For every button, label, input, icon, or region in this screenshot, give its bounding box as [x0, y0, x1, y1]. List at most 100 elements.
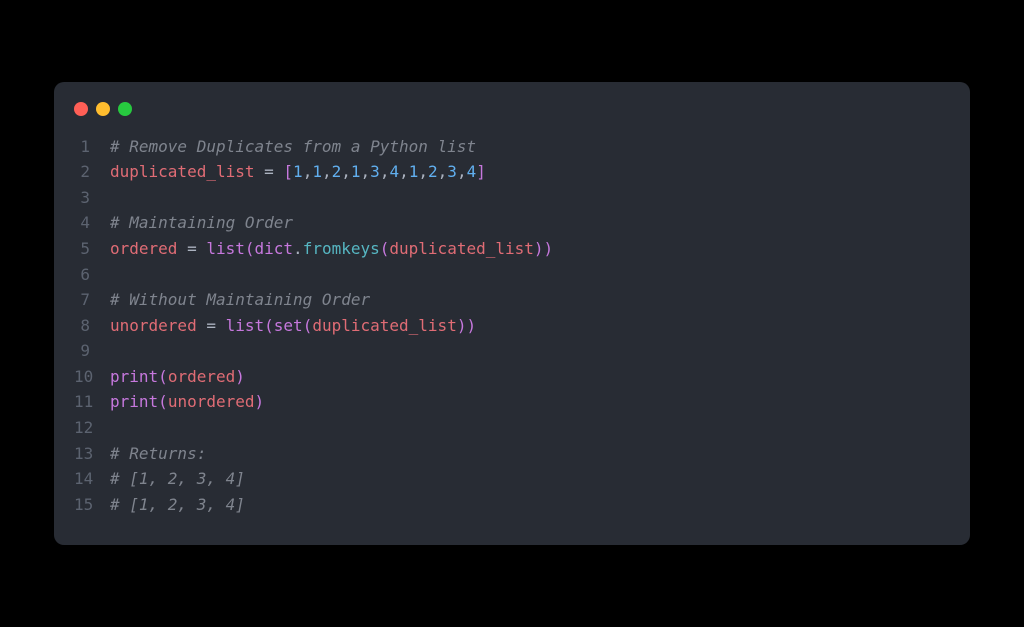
- paren-token: ): [544, 239, 554, 258]
- line-content: # Returns:: [110, 441, 206, 467]
- comment-token: # Returns:: [110, 444, 206, 463]
- operator-token: =: [197, 316, 226, 335]
- number-token: 1: [409, 162, 419, 181]
- line-content: print(unordered): [110, 389, 264, 415]
- window-controls: [54, 102, 970, 134]
- code-line: 2 duplicated_list = [1,1,2,1,3,4,1,2,3,4…: [54, 159, 970, 185]
- code-line: 5 ordered = list(dict.fromkeys(duplicate…: [54, 236, 970, 262]
- code-line: 12: [54, 415, 970, 441]
- number-token: 3: [447, 162, 457, 181]
- maximize-icon[interactable]: [118, 102, 132, 116]
- line-number: 11: [74, 389, 110, 415]
- variable-token: unordered: [110, 316, 197, 335]
- variable-token: duplicated_list: [389, 239, 534, 258]
- variable-token: unordered: [168, 392, 255, 411]
- comma-token: ,: [418, 162, 428, 181]
- line-number: 2: [74, 159, 110, 185]
- paren-token: ): [235, 367, 245, 386]
- paren-token: ): [466, 316, 476, 335]
- comment-token: # Maintaining Order: [110, 213, 293, 232]
- number-token: 2: [428, 162, 438, 181]
- line-number: 4: [74, 210, 110, 236]
- line-content: # [1, 2, 3, 4]: [110, 466, 245, 492]
- line-number: 5: [74, 236, 110, 262]
- comment-token: # [1, 2, 3, 4]: [110, 469, 245, 488]
- minimize-icon[interactable]: [96, 102, 110, 116]
- line-content: ordered = list(dict.fromkeys(duplicated_…: [110, 236, 553, 262]
- line-content: duplicated_list = [1,1,2,1,3,4,1,2,3,4]: [110, 159, 486, 185]
- code-line: 7 # Without Maintaining Order: [54, 287, 970, 313]
- line-content: print(ordered): [110, 364, 245, 390]
- builtin-token: dict: [255, 239, 294, 258]
- code-line: 13 # Returns:: [54, 441, 970, 467]
- code-line: 3: [54, 185, 970, 211]
- code-area[interactable]: 1 # Remove Duplicates from a Python list…: [54, 134, 970, 518]
- code-line: 6: [54, 262, 970, 288]
- line-content: # Without Maintaining Order: [110, 287, 370, 313]
- paren-token: (: [158, 392, 168, 411]
- line-number: 6: [74, 262, 110, 288]
- dot-token: .: [293, 239, 303, 258]
- code-line: 4 # Maintaining Order: [54, 210, 970, 236]
- close-icon[interactable]: [74, 102, 88, 116]
- bracket-token: ]: [476, 162, 486, 181]
- operator-token: =: [255, 162, 284, 181]
- comment-token: # [1, 2, 3, 4]: [110, 495, 245, 514]
- variable-token: duplicated_list: [110, 162, 255, 181]
- operator-token: =: [177, 239, 206, 258]
- builtin-token: list: [206, 239, 245, 258]
- number-token: 1: [351, 162, 361, 181]
- line-content: unordered = list(set(duplicated_list)): [110, 313, 476, 339]
- line-number: 12: [74, 415, 110, 441]
- code-line: 9: [54, 338, 970, 364]
- variable-token: duplicated_list: [312, 316, 457, 335]
- builtin-token: set: [274, 316, 303, 335]
- paren-token: (: [264, 316, 274, 335]
- bracket-token: [: [283, 162, 293, 181]
- line-number: 15: [74, 492, 110, 518]
- number-token: 4: [389, 162, 399, 181]
- paren-token: ): [534, 239, 544, 258]
- comment-token: # Remove Duplicates from a Python list: [110, 137, 476, 156]
- line-number: 3: [74, 185, 110, 211]
- line-number: 13: [74, 441, 110, 467]
- paren-token: (: [303, 316, 313, 335]
- paren-token: (: [158, 367, 168, 386]
- code-line: 15 # [1, 2, 3, 4]: [54, 492, 970, 518]
- line-number: 10: [74, 364, 110, 390]
- paren-token: ): [255, 392, 265, 411]
- paren-token: (: [380, 239, 390, 258]
- code-line: 11 print(unordered): [54, 389, 970, 415]
- builtin-token: print: [110, 392, 158, 411]
- comma-token: ,: [322, 162, 332, 181]
- line-content: # Remove Duplicates from a Python list: [110, 134, 476, 160]
- line-content: # [1, 2, 3, 4]: [110, 492, 245, 518]
- code-line: 14 # [1, 2, 3, 4]: [54, 466, 970, 492]
- code-editor-window: 1 # Remove Duplicates from a Python list…: [54, 82, 970, 546]
- line-number: 7: [74, 287, 110, 313]
- number-token: 1: [293, 162, 303, 181]
- line-number: 14: [74, 466, 110, 492]
- builtin-token: list: [226, 316, 265, 335]
- line-number: 8: [74, 313, 110, 339]
- comma-token: ,: [438, 162, 448, 181]
- variable-token: ordered: [168, 367, 235, 386]
- comma-token: ,: [361, 162, 371, 181]
- line-number: 1: [74, 134, 110, 160]
- comma-token: ,: [303, 162, 313, 181]
- line-content: # Maintaining Order: [110, 210, 293, 236]
- number-token: 4: [467, 162, 477, 181]
- code-line: 10 print(ordered): [54, 364, 970, 390]
- number-token: 3: [370, 162, 380, 181]
- comma-token: ,: [341, 162, 351, 181]
- line-number: 9: [74, 338, 110, 364]
- builtin-token: print: [110, 367, 158, 386]
- code-line: 1 # Remove Duplicates from a Python list: [54, 134, 970, 160]
- variable-token: ordered: [110, 239, 177, 258]
- comma-token: ,: [380, 162, 390, 181]
- comma-token: ,: [457, 162, 467, 181]
- number-token: 1: [312, 162, 322, 181]
- number-token: 2: [332, 162, 342, 181]
- code-line: 8 unordered = list(set(duplicated_list)): [54, 313, 970, 339]
- method-token: fromkeys: [303, 239, 380, 258]
